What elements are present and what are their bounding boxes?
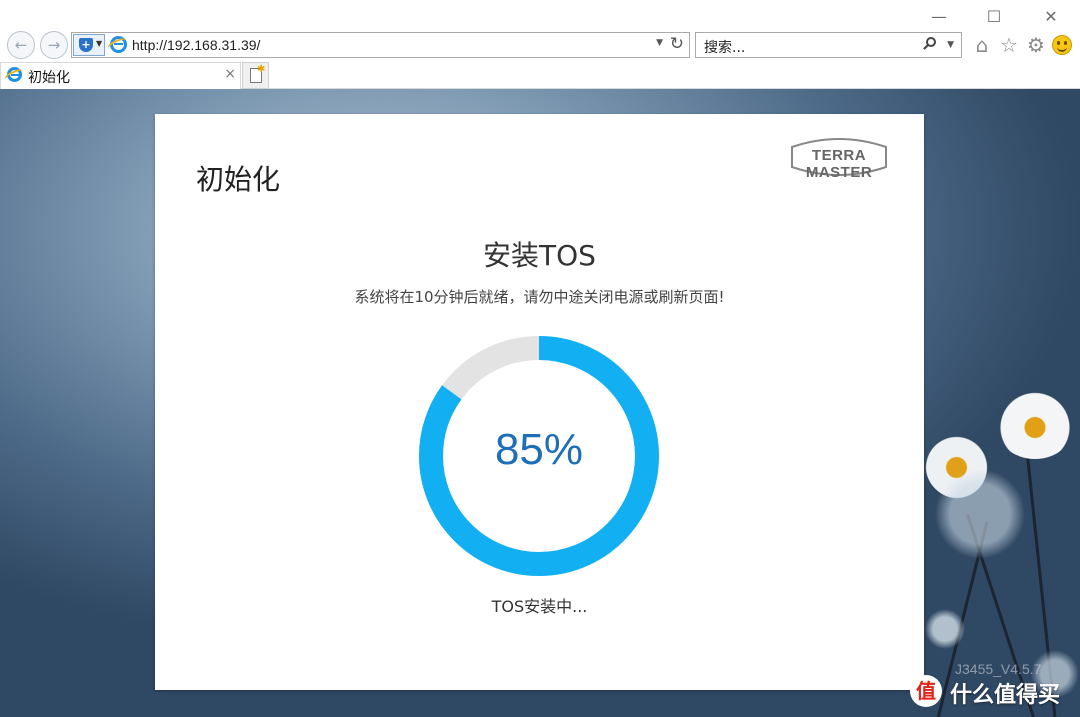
shield-icon: + [79, 38, 93, 52]
install-status: TOS安装中... [491, 597, 588, 616]
tab-title: 初始化 [28, 70, 70, 86]
url-text[interactable]: http://192.168.31.39/ [132, 37, 260, 53]
search-box[interactable]: 搜索... ▼ [695, 32, 962, 58]
close-window-button[interactable]: ✕ [1031, 4, 1071, 30]
back-arrow-icon: ← [14, 36, 28, 54]
watermark: 值 什么值得买 [910, 673, 1080, 713]
minimize-button[interactable]: — [919, 4, 959, 30]
home-icon[interactable]: ⌂ [970, 33, 994, 57]
dialog-title: 初始化 [196, 163, 281, 196]
favorites-star-icon[interactable]: ☆ [997, 33, 1021, 57]
terramaster-logo: TERRA MASTER [789, 133, 889, 181]
ie-logo-icon [7, 67, 22, 82]
back-button[interactable]: ← [7, 31, 35, 59]
install-notice: 系统将在10分钟后就绪，请勿中途关闭电源或刷新页面! [354, 288, 725, 306]
address-bar[interactable]: + ▼ http://192.168.31.39/ ▼ ↻ [71, 32, 690, 58]
ie-logo-icon [110, 36, 127, 53]
maximize-button[interactable]: ☐ [974, 4, 1014, 30]
address-dropdown-icon[interactable]: ▼ [656, 38, 663, 48]
forward-arrow-icon: → [47, 36, 61, 54]
search-input[interactable]: 搜索... [704, 37, 745, 57]
browser-tab[interactable]: 初始化 × [0, 62, 241, 89]
browser-chrome: — ☐ ✕ ← → + ▼ http://192.168.31.39/ ▼ ↻ … [0, 0, 1080, 89]
compatibility-view-button[interactable]: + ▼ [73, 34, 105, 56]
feedback-smiley-icon[interactable] [1052, 35, 1072, 55]
chevron-down-icon: ▼ [96, 39, 103, 48]
watermark-text: 什么值得买 [950, 683, 1061, 708]
search-dropdown-icon[interactable]: ▼ [947, 40, 954, 50]
new-tab-button[interactable]: ✱ [242, 62, 269, 89]
watermark-badge-icon: 值 [910, 675, 942, 707]
tab-close-button[interactable]: × [224, 66, 236, 82]
progress-percent: 85% [494, 425, 584, 474]
settings-gear-icon[interactable]: ⚙ [1024, 33, 1048, 57]
init-dialog: 初始化 TERRA MASTER 安装TOS 系统将在10分钟后就绪，请勿中途关… [155, 114, 924, 690]
refresh-icon[interactable]: ↻ [670, 34, 684, 54]
forward-button[interactable]: → [40, 31, 68, 59]
search-icon[interactable] [923, 37, 937, 51]
daisy-flower [995, 389, 1075, 459]
install-heading: 安装TOS [483, 239, 596, 272]
